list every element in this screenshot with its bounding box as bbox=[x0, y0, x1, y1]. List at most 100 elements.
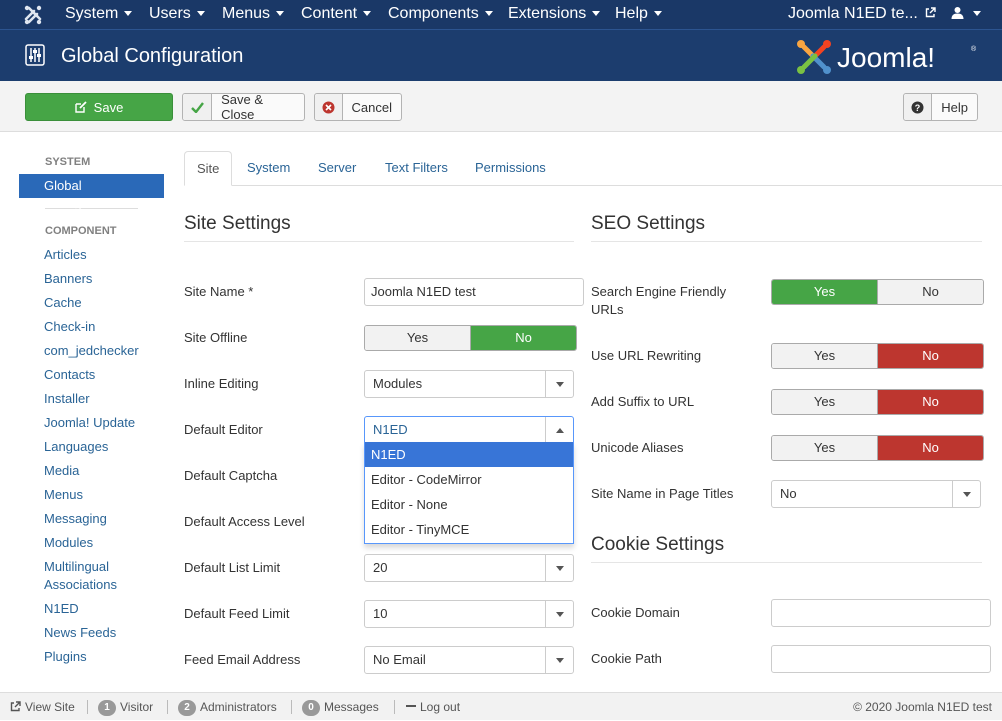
editor-option-n1ed[interactable]: N1ED bbox=[365, 442, 573, 467]
editor-option-tinymce[interactable]: Editor - TinyMCE bbox=[365, 517, 573, 542]
cookie-domain-input[interactable] bbox=[771, 599, 991, 627]
site-offline-toggle[interactable]: Yes No bbox=[364, 325, 577, 351]
menu-content[interactable]: Content bbox=[301, 0, 372, 29]
messages-count-badge: 0 bbox=[302, 700, 320, 716]
menu-help[interactable]: Help bbox=[615, 0, 662, 29]
unicode-aliases-no[interactable]: No bbox=[877, 436, 983, 460]
sidebar-item-check-in[interactable]: Check-in bbox=[19, 315, 164, 339]
cookie-path-input[interactable] bbox=[771, 645, 991, 673]
sidebar-item-multilingual-associations[interactable]: Multilingual Associations bbox=[19, 555, 164, 597]
sidebar-item-global-configuration[interactable]: Global Configuration bbox=[19, 174, 164, 211]
config-tabs: Site System Server Text Filters Permissi… bbox=[184, 151, 1002, 186]
sidebar-item-joomla-update[interactable]: Joomla! Update bbox=[19, 411, 164, 435]
url-rewriting-no[interactable]: No bbox=[877, 344, 983, 368]
sidebar-item-n1ed[interactable]: N1ED bbox=[19, 597, 164, 621]
list-limit-select[interactable]: 20 bbox=[364, 554, 574, 582]
logout-link[interactable]: Log out bbox=[406, 693, 460, 721]
sidebar-item-languages[interactable]: Languages bbox=[19, 435, 164, 459]
view-site-link[interactable]: View Site bbox=[10, 693, 75, 721]
cancel-circle-icon bbox=[315, 94, 343, 120]
chevron-down-icon bbox=[952, 481, 980, 507]
sidebar-item-messaging[interactable]: Messaging bbox=[19, 507, 164, 531]
admins-count-badge: 2 bbox=[178, 700, 196, 716]
url-suffix-toggle[interactable]: Yes No bbox=[771, 389, 984, 415]
sidebar-item-media[interactable]: Media bbox=[19, 459, 164, 483]
sidebar-item-menus[interactable]: Menus bbox=[19, 483, 164, 507]
default-editor-options: N1ED Editor - CodeMirror Editor - None E… bbox=[364, 442, 574, 544]
caret-down-icon bbox=[592, 11, 601, 17]
sef-urls-toggle[interactable]: Yes No bbox=[771, 279, 984, 305]
seo-settings-heading: SEO Settings bbox=[591, 213, 706, 234]
top-navbar: System Users Menus Content Components Ex… bbox=[0, 0, 1002, 29]
tab-server[interactable]: Server bbox=[306, 151, 368, 186]
site-offline-yes[interactable]: Yes bbox=[365, 326, 470, 350]
sidebar: System Global Configuration Component Ar… bbox=[19, 150, 164, 669]
sidebar-item-articles[interactable]: Articles bbox=[19, 243, 164, 267]
sidebar-item-contacts[interactable]: Contacts bbox=[19, 363, 164, 387]
save-close-button[interactable]: Save & Close bbox=[182, 92, 305, 122]
menu-users[interactable]: Users bbox=[149, 0, 205, 29]
editor-option-codemirror[interactable]: Editor - CodeMirror bbox=[365, 467, 573, 492]
unicode-aliases-toggle[interactable]: Yes No bbox=[771, 435, 984, 461]
site-name-input[interactable]: Joomla N1ED test bbox=[364, 278, 584, 306]
admins-status: 2 Administrators bbox=[178, 693, 277, 721]
default-editor-select[interactable]: N1ED bbox=[364, 416, 574, 443]
url-suffix-no[interactable]: No bbox=[877, 390, 983, 414]
chevron-down-icon bbox=[545, 371, 573, 397]
url-suffix-label: Add Suffix to URL bbox=[591, 394, 695, 409]
url-rewriting-yes[interactable]: Yes bbox=[772, 344, 877, 368]
svg-text:Joomla!: Joomla! bbox=[837, 42, 935, 73]
sidebar-item-com-jedchecker[interactable]: com_jedchecker bbox=[19, 339, 164, 363]
cancel-button[interactable]: Cancel bbox=[314, 93, 402, 121]
unicode-aliases-yes[interactable]: Yes bbox=[772, 436, 877, 460]
sef-urls-no[interactable]: No bbox=[877, 280, 983, 304]
sitename-titles-label: Site Name in Page Titles bbox=[591, 486, 734, 501]
editor-option-none[interactable]: Editor - None bbox=[365, 492, 573, 517]
sidebar-item-plugins[interactable]: Plugins bbox=[19, 645, 164, 669]
site-link[interactable]: Joomla N1ED te... bbox=[788, 0, 936, 29]
caret-down-icon bbox=[484, 11, 493, 17]
url-rewriting-toggle[interactable]: Yes No bbox=[771, 343, 984, 369]
sidebar-item-news-feeds[interactable]: News Feeds bbox=[19, 621, 164, 645]
cookie-settings-heading: Cookie Settings bbox=[591, 534, 725, 555]
user-menu[interactable] bbox=[951, 0, 981, 29]
site-offline-no[interactable]: No bbox=[470, 326, 576, 350]
sidebar-item-installer[interactable]: Installer bbox=[19, 387, 164, 411]
joomla-menu-icon[interactable] bbox=[22, 4, 44, 26]
user-icon bbox=[951, 7, 964, 19]
sidebar-item-modules[interactable]: Modules bbox=[19, 531, 164, 555]
help-button[interactable]: ? Help bbox=[903, 93, 978, 121]
tab-site[interactable]: Site bbox=[184, 151, 233, 186]
sidebar-item-cache[interactable]: Cache bbox=[19, 291, 164, 315]
sitename-titles-select[interactable]: No bbox=[771, 480, 981, 508]
edit-icon bbox=[74, 101, 87, 113]
feed-limit-select[interactable]: 10 bbox=[364, 600, 574, 628]
sidebar-item-banners[interactable]: Banners bbox=[19, 267, 164, 291]
check-icon bbox=[183, 94, 213, 120]
svg-text:®: ® bbox=[971, 45, 977, 53]
tab-system[interactable]: System bbox=[235, 151, 302, 186]
unicode-aliases-label: Unicode Aliases bbox=[591, 440, 684, 455]
menu-components[interactable]: Components bbox=[388, 0, 493, 29]
caret-down-icon bbox=[124, 11, 133, 17]
chevron-down-icon bbox=[545, 555, 573, 581]
inline-editing-select[interactable]: Modules bbox=[364, 370, 574, 398]
save-button[interactable]: Save bbox=[25, 93, 173, 121]
url-suffix-yes[interactable]: Yes bbox=[772, 390, 877, 414]
menu-extensions[interactable]: Extensions bbox=[508, 0, 601, 29]
menu-menus[interactable]: Menus bbox=[222, 0, 285, 29]
toolbar: Save Save & Close Cancel ? Help bbox=[0, 81, 1002, 132]
url-rewriting-label: Use URL Rewriting bbox=[591, 348, 702, 363]
tab-text-filters[interactable]: Text Filters bbox=[373, 151, 460, 186]
menu-system[interactable]: System bbox=[65, 0, 133, 29]
equalizer-icon bbox=[25, 44, 45, 66]
copyright-text: © 2020 Joomla N1ED test bbox=[853, 700, 992, 714]
tab-permissions[interactable]: Permissions bbox=[463, 151, 558, 186]
caret-down-icon bbox=[196, 11, 205, 17]
caret-down-icon bbox=[363, 11, 372, 17]
sef-urls-yes[interactable]: Yes bbox=[772, 280, 877, 304]
section-divider bbox=[184, 241, 574, 242]
messages-status[interactable]: 0 Messages bbox=[302, 693, 379, 721]
feed-email-select[interactable]: No Email bbox=[364, 646, 574, 674]
status-divider bbox=[394, 700, 395, 714]
